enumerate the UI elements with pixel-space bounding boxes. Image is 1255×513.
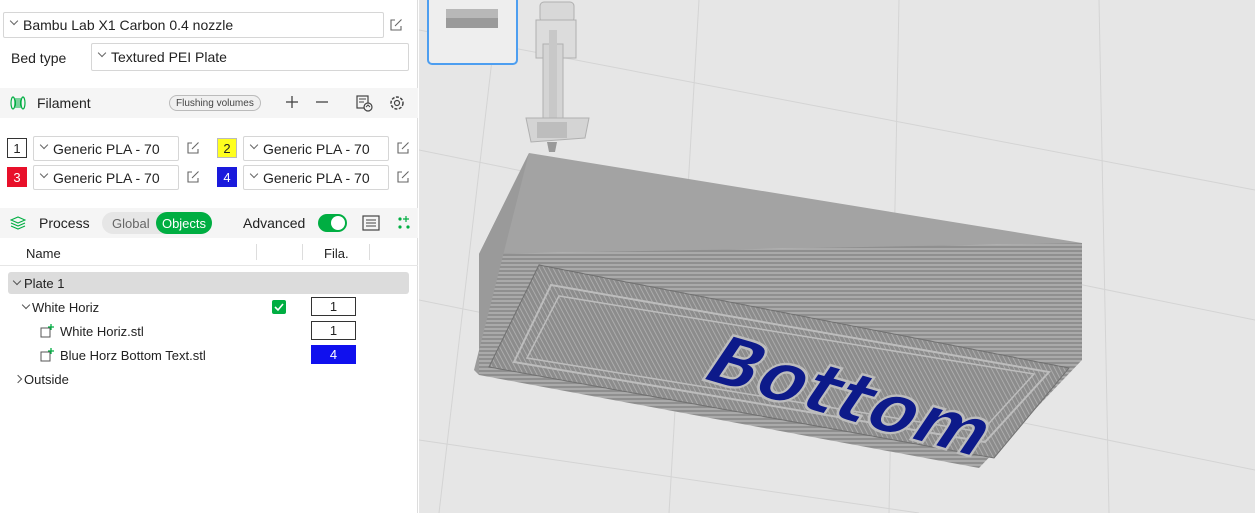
filament-title: Filament <box>37 95 91 111</box>
chevron-down-icon <box>40 171 48 179</box>
tab-objects[interactable]: Objects <box>156 212 212 234</box>
tree-outside-row[interactable]: Outside <box>0 368 418 390</box>
gear-icon[interactable] <box>388 94 406 112</box>
filament-name: Generic PLA - 70 <box>263 140 370 157</box>
filament-slot-number[interactable]: 2 <box>217 138 237 158</box>
tree-part-row[interactable]: Blue Horz Bottom Text.stl 4 <box>0 344 418 366</box>
part-name: White Horiz.stl <box>60 324 144 339</box>
filament-slot-number[interactable]: 3 <box>7 167 27 187</box>
chevron-down-icon <box>10 18 18 26</box>
chevron-down-icon <box>250 171 258 179</box>
chevron-right-icon[interactable] <box>16 375 24 383</box>
plate-name: Plate 1 <box>24 276 65 291</box>
filament-select-2[interactable]: Generic PLA - 70 <box>243 136 389 161</box>
filter-icon[interactable] <box>396 215 412 231</box>
part-filament-box[interactable]: 1 <box>311 321 356 340</box>
filament-select-4[interactable]: Generic PLA - 70 <box>243 165 389 190</box>
edit-filament-icon[interactable] <box>396 141 410 155</box>
header-divider <box>0 265 418 266</box>
part-name: Blue Horz Bottom Text.stl <box>60 348 206 363</box>
advanced-switch[interactable] <box>318 214 347 232</box>
part-icon <box>40 324 54 338</box>
outside-name: Outside <box>24 372 69 387</box>
filament-header: Filament Flushing volumes <box>0 88 418 118</box>
chevron-down-icon <box>250 142 258 150</box>
column-separator <box>256 244 257 260</box>
viewport-canvas[interactable]: Bottom <box>419 0 1255 513</box>
bed-type-label: Bed type <box>11 50 67 66</box>
filament-select-1[interactable]: Generic PLA - 70 <box>33 136 179 161</box>
filament-name: Generic PLA - 70 <box>53 169 160 186</box>
column-separator <box>302 244 303 260</box>
bed-type-select[interactable]: Textured PEI Plate <box>91 43 409 71</box>
filament-name: Generic PLA - 70 <box>263 169 370 186</box>
remove-icon[interactable] <box>314 94 330 110</box>
filament-select-3[interactable]: Generic PLA - 70 <box>33 165 179 190</box>
printer-name: Bambu Lab X1 Carbon 0.4 nozzle <box>23 17 234 33</box>
filament-name: Generic PLA - 70 <box>53 140 160 157</box>
bed-type-value: Textured PEI Plate <box>111 49 227 65</box>
3d-viewport[interactable]: Bottom <box>419 0 1255 513</box>
tree-part-row[interactable]: White Horiz.stl 1 <box>0 320 418 342</box>
add-icon[interactable] <box>284 94 300 110</box>
chevron-down-icon[interactable] <box>13 279 21 287</box>
part-filament-box[interactable]: 4 <box>311 345 356 364</box>
filament-slot-number[interactable]: 4 <box>217 167 237 187</box>
left-panel: Bambu Lab X1 Carbon 0.4 nozzle Bed type … <box>0 0 418 513</box>
toolhead <box>525 1 590 152</box>
global-objects-toggle[interactable]: Global Objects <box>102 212 212 234</box>
visible-checkbox[interactable] <box>272 300 286 314</box>
plate-thumbnail[interactable] <box>427 0 518 65</box>
column-separator <box>369 244 370 260</box>
chevron-down-icon <box>40 142 48 150</box>
layers-icon <box>9 216 27 230</box>
flushing-volumes-button[interactable]: Flushing volumes <box>169 95 261 111</box>
advanced-label: Advanced <box>243 215 306 231</box>
process-title: Process <box>39 215 90 231</box>
edit-filament-icon[interactable] <box>186 170 200 184</box>
object-filament-box[interactable]: 1 <box>311 297 356 316</box>
chevron-down-icon <box>98 50 106 58</box>
object-name: White Horiz <box>32 300 100 315</box>
list-icon[interactable] <box>362 215 380 231</box>
edit-printer-icon[interactable] <box>389 18 403 32</box>
filament-slot-number[interactable]: 1 <box>7 138 27 158</box>
column-fila[interactable]: Fila. <box>324 241 349 265</box>
part-icon <box>40 348 54 362</box>
column-name[interactable]: Name <box>26 241 61 265</box>
filament-icon <box>10 96 26 110</box>
edit-filament-icon[interactable] <box>396 170 410 184</box>
model-top <box>479 153 1082 260</box>
edit-filament-icon[interactable] <box>186 141 200 155</box>
printer-select[interactable]: Bambu Lab X1 Carbon 0.4 nozzle <box>3 12 384 38</box>
tree-plate-row[interactable]: Plate 1 <box>8 272 409 294</box>
tab-global[interactable]: Global <box>112 216 150 231</box>
tree-object-row[interactable]: White Horiz 1 <box>0 296 418 318</box>
ams-sync-icon[interactable] <box>355 94 373 112</box>
chevron-down-icon[interactable] <box>22 303 30 311</box>
